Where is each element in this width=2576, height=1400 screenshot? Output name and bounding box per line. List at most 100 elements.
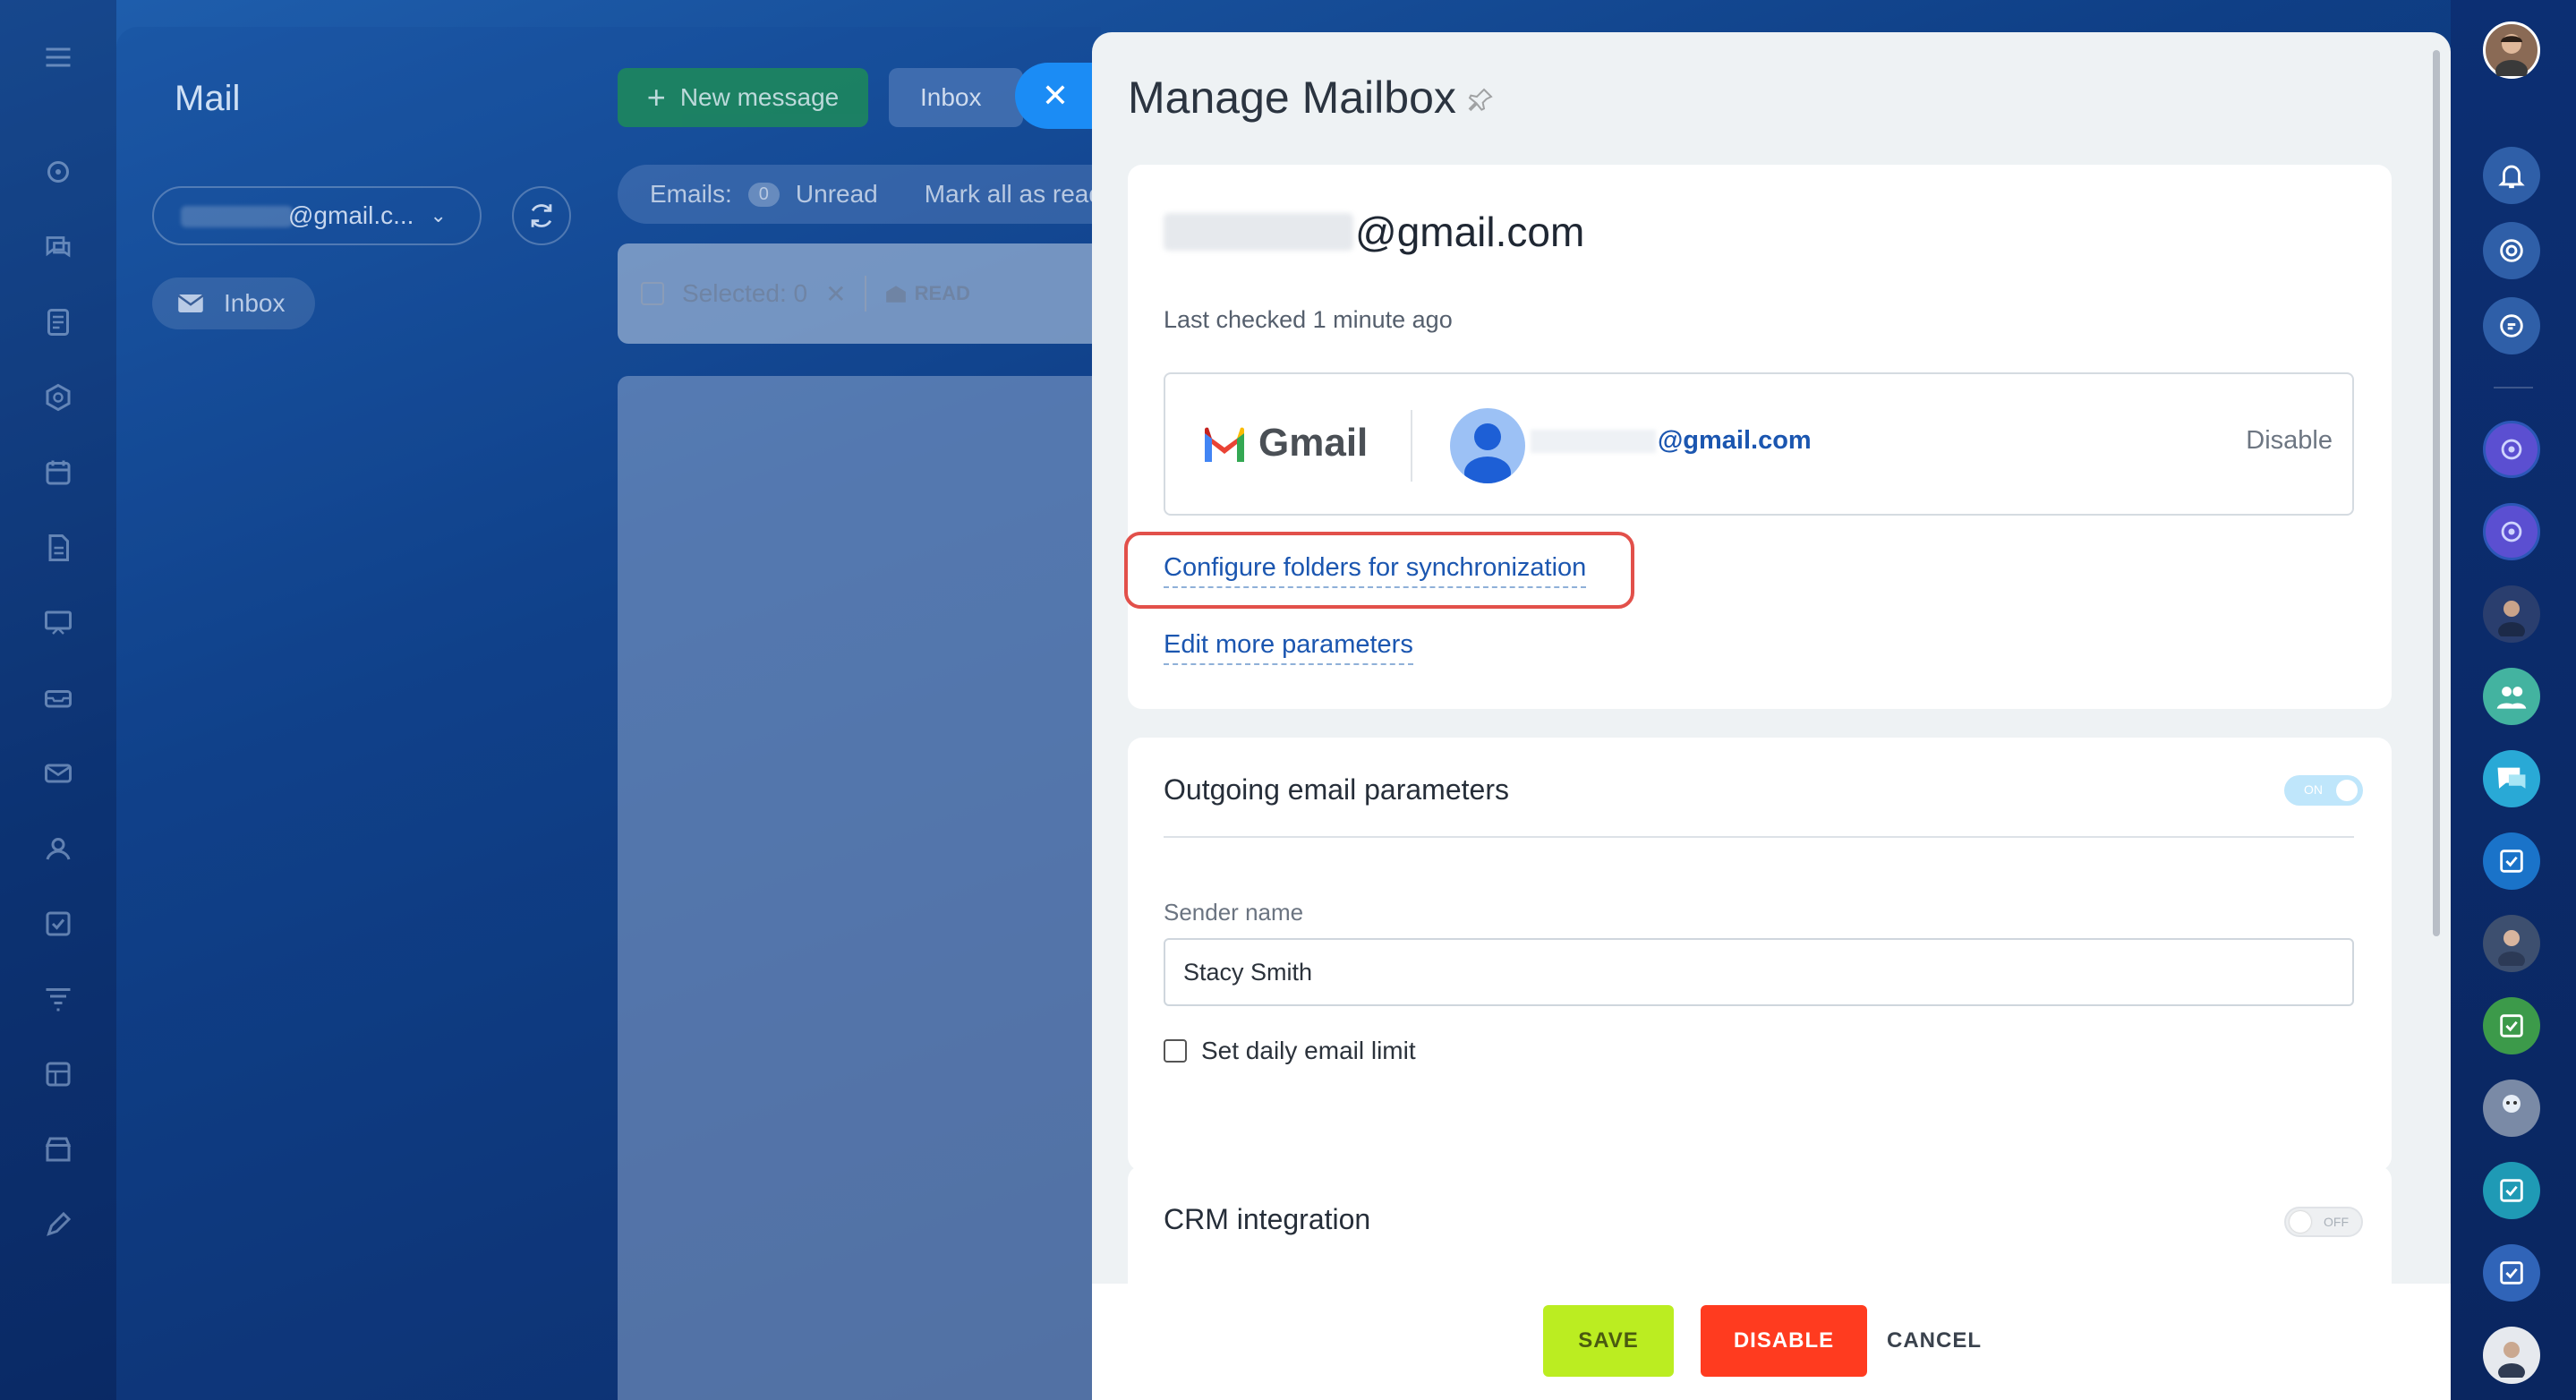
file-icon[interactable] (40, 530, 76, 566)
outgoing-toggle[interactable]: ON (2284, 775, 2363, 806)
cancel-button[interactable]: CANCEL (1885, 1305, 1983, 1377)
mail-title: Mail (175, 79, 241, 118)
mark-all-read-link[interactable]: Mark all as read (925, 180, 1101, 209)
emails-counter-bar: Emails: 0 Unread Mark all as read (618, 165, 1101, 224)
toggle-knob (2290, 1211, 2311, 1233)
daily-limit-checkbox[interactable] (1164, 1039, 1187, 1063)
pin-icon[interactable] (1466, 86, 1495, 115)
connected-account-box: Gmail @gmail.com Disable (1164, 372, 2354, 516)
configure-folders-link[interactable]: Configure folders for synchronization (1164, 553, 1587, 588)
task-chat-icon[interactable] (2483, 1162, 2540, 1219)
new-message-button[interactable]: + New message (618, 68, 868, 127)
redacted-email-name (1164, 213, 1353, 251)
message-list (618, 376, 1101, 1400)
selection-toolbar: Selected: 0 ✕ READ (618, 243, 1101, 344)
filter-funnel-icon[interactable] (40, 981, 76, 1017)
daily-limit-row[interactable]: Set daily email limit (1164, 1037, 1416, 1065)
sender-name-label: Sender name (1164, 899, 1304, 926)
outgoing-params-card: Outgoing email parameters ON Sender name… (1128, 738, 2392, 1171)
envelope-icon (177, 295, 204, 312)
emails-label: Emails: (650, 180, 732, 208)
redacted-account-name (181, 206, 293, 227)
panel-footer: SAVE DISABLE CANCEL (1092, 1284, 2451, 1400)
inbox-folder[interactable]: Inbox (152, 277, 315, 329)
task-chat-icon[interactable] (2483, 997, 2540, 1054)
toolbar-divider (864, 276, 866, 312)
inbox-folder-label: Inbox (224, 289, 286, 317)
redacted-account-email (1531, 429, 1656, 453)
right-rail (2451, 0, 2576, 1400)
chat-icon[interactable] (40, 229, 76, 265)
chat-bubble-icon[interactable] (2483, 750, 2540, 807)
daily-limit-label: Set daily email limit (1201, 1037, 1416, 1064)
panel-title: Manage Mailbox (1128, 73, 1456, 123)
account-selector[interactable]: @gmail.c... ⌄ (152, 186, 482, 245)
calendar-icon[interactable] (40, 455, 76, 491)
crm-toggle-label: OFF (2324, 1215, 2349, 1229)
edit-parameters-link[interactable]: Edit more parameters (1164, 630, 1413, 665)
contact-avatar[interactable] (2483, 1327, 2540, 1384)
mark-read-button[interactable]: READ (884, 282, 970, 305)
select-all-checkbox[interactable] (641, 282, 664, 305)
section-divider (1164, 836, 2354, 838)
group-chat-icon[interactable] (2483, 668, 2540, 725)
copilot-icon[interactable] (2483, 222, 2540, 279)
menu-icon[interactable] (40, 39, 76, 75)
save-button[interactable]: SAVE (1543, 1305, 1674, 1377)
read-label: READ (914, 282, 970, 304)
feed-icon[interactable] (40, 154, 76, 190)
panel-scrollbar[interactable] (2433, 50, 2440, 936)
contacts-icon[interactable] (40, 831, 76, 866)
new-message-label: New message (679, 83, 840, 111)
open-envelope-icon (885, 286, 906, 303)
account-email-suffix: @gmail.c... (288, 201, 414, 229)
plus-icon: + (646, 79, 666, 115)
connected-account-email: @gmail.com (1531, 426, 1812, 456)
crm-toggle[interactable]: OFF (2284, 1207, 2363, 1237)
documents-icon[interactable] (40, 304, 76, 340)
mailbox-email-suffix: @gmail.com (1355, 209, 1585, 255)
contact-avatar[interactable] (2483, 1080, 2540, 1137)
close-icon: ✕ (1041, 77, 1070, 114)
sender-name-input[interactable]: Stacy Smith (1164, 938, 2354, 1006)
notifications-bell-icon[interactable] (2483, 147, 2540, 204)
clear-selection-icon[interactable]: ✕ (825, 279, 846, 309)
contact-avatar[interactable] (2483, 585, 2540, 643)
chevron-down-icon: ⌄ (430, 204, 447, 226)
unread-filter[interactable]: Unread (796, 180, 878, 209)
gmail-logo-icon (1205, 427, 1244, 462)
presentation-icon[interactable] (40, 605, 76, 641)
grid-calendar-icon[interactable] (40, 1056, 76, 1092)
inbox-tab-label: Inbox (920, 83, 982, 111)
tasks-icon[interactable] (40, 906, 76, 942)
provider-name: Gmail (1258, 421, 1369, 465)
inbox-tab[interactable]: Inbox (889, 68, 1023, 127)
crm-section-title: CRM integration (1164, 1203, 1371, 1235)
task-chat-icon[interactable] (2483, 832, 2540, 890)
refresh-button[interactable] (512, 186, 571, 245)
open-channel-icon[interactable] (2483, 503, 2540, 560)
outgoing-toggle-label: ON (2304, 782, 2323, 797)
refresh-icon (531, 204, 552, 227)
left-nav-rail (0, 0, 116, 1400)
manage-mailbox-panel: Manage Mailbox @gmail.com Last checked 1… (1092, 32, 2451, 1400)
provider-separator (1411, 410, 1412, 482)
hexagon-icon[interactable] (40, 380, 76, 415)
disable-button[interactable]: DISABLE (1701, 1305, 1867, 1377)
search-chat-icon[interactable] (2483, 297, 2540, 354)
store-icon[interactable] (40, 1131, 76, 1167)
mailbox-info-card: @gmail.com Last checked 1 minute ago Gma… (1124, 165, 2392, 709)
disable-account-link[interactable]: Disable (2246, 426, 2333, 456)
close-panel-button[interactable]: ✕ (1015, 63, 1096, 129)
task-chat-icon[interactable] (2483, 1244, 2540, 1302)
contact-avatar[interactable] (2483, 915, 2540, 972)
open-channel-icon[interactable] (2483, 421, 2540, 478)
mail-icon[interactable] (40, 755, 76, 791)
inbox-tray-icon[interactable] (40, 680, 76, 716)
user-avatar-icon (1450, 408, 1525, 483)
rail-separator (2494, 387, 2533, 388)
edit-icon[interactable] (40, 1207, 76, 1242)
mailbox-email: @gmail.com (1164, 208, 1584, 256)
user-profile-avatar[interactable] (2483, 21, 2540, 79)
selected-count: Selected: 0 (682, 279, 808, 307)
